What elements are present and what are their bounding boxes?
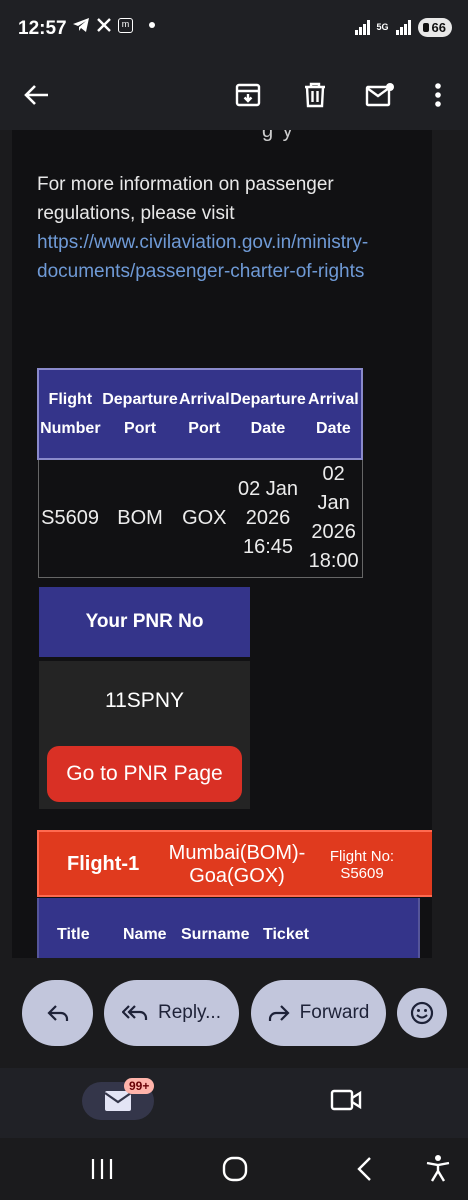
battery-indicator: 66 xyxy=(417,18,452,37)
reply-icon xyxy=(46,1005,68,1021)
header-arrival-date: Arrival Date xyxy=(305,368,364,460)
header-departure-port: Departure Port xyxy=(101,368,179,460)
more-notifications-dot xyxy=(149,22,155,28)
flight-route: Mumbai(BOM)-Goa(GOX) xyxy=(168,842,306,887)
accessibility-icon[interactable] xyxy=(425,1154,451,1182)
clipped-text: g y xyxy=(262,130,295,142)
forward-icon xyxy=(268,1005,290,1021)
header-flight-number: Flight Number xyxy=(37,368,102,460)
flight-1-banner: Flight-1 Mumbai(BOM)-Goa(GOX) Flight No:… xyxy=(37,830,432,897)
app-notification-icon: m xyxy=(118,17,133,33)
signal-icon xyxy=(354,20,370,35)
header-name: Name xyxy=(123,926,167,943)
go-to-pnr-button[interactable]: Go to PNR Page xyxy=(47,746,242,802)
reply-action-bar: Reply... Forward xyxy=(0,958,468,1068)
network-type: 5G xyxy=(376,22,389,32)
table-row: S5609 BOM GOX 02 Jan 2026 16:45 02 Jan 2… xyxy=(37,459,363,578)
arrow-left-icon xyxy=(24,85,48,105)
archive-icon xyxy=(235,83,261,107)
video-icon xyxy=(330,1089,362,1111)
more-options-button[interactable] xyxy=(415,72,461,118)
app-bottom-nav: 99+ xyxy=(0,1068,468,1138)
header-arrival-port: Arrival Port xyxy=(178,368,231,460)
more-vert-icon xyxy=(435,83,441,107)
header-title: Title xyxy=(57,926,90,943)
telegram-icon xyxy=(73,18,89,32)
flight-details-table: Flight Number Departure Port Arrival Por… xyxy=(37,368,364,578)
archive-button[interactable] xyxy=(225,72,271,118)
cell-arrival-date: 02 Jan 2026 18:00 xyxy=(305,459,363,578)
home-icon[interactable] xyxy=(222,1156,248,1182)
forward-button[interactable]: Forward xyxy=(251,980,386,1046)
emoji-reaction-button[interactable] xyxy=(397,988,447,1038)
regulations-info-text: For more information on passenger regula… xyxy=(37,174,334,224)
back-nav-icon[interactable] xyxy=(356,1156,372,1182)
pnr-heading: Your PNR No xyxy=(39,587,250,657)
mark-unread-icon xyxy=(365,83,394,107)
emoji-icon xyxy=(410,1001,434,1025)
cell-departure-port: BOM xyxy=(101,459,179,578)
email-toolbar xyxy=(0,60,468,130)
cell-departure-date: 02 Jan 2026 16:45 xyxy=(230,459,306,578)
x-icon xyxy=(97,18,111,32)
header-departure-date: Departure Date xyxy=(230,368,306,460)
header-surname: Surname xyxy=(181,926,250,943)
reply-button[interactable] xyxy=(22,980,93,1046)
system-icons: 5G 66 xyxy=(354,18,452,37)
signal-icon-2 xyxy=(395,20,411,35)
flight-number-label: Flight No: S5609 xyxy=(329,848,395,882)
reply-all-label: Reply... xyxy=(157,1002,221,1023)
delete-button[interactable] xyxy=(292,72,338,118)
email-body: g y For more information on passenger re… xyxy=(12,130,432,958)
cell-flight-number: S5609 xyxy=(37,459,102,578)
flight-table-header-row: Flight Number Departure Port Arrival Por… xyxy=(37,368,364,460)
meet-tab[interactable] xyxy=(330,1088,362,1117)
status-bar: 12:57 m 5G 66 xyxy=(0,0,468,60)
notification-icons: m xyxy=(72,17,155,33)
recent-apps-icon[interactable] xyxy=(90,1158,114,1180)
header-ticket: Ticket xyxy=(263,926,309,943)
unread-count-badge: 99+ xyxy=(124,1078,155,1094)
system-navigation-bar xyxy=(0,1138,468,1200)
reply-all-button[interactable]: Reply... xyxy=(104,980,239,1046)
mark-unread-button[interactable] xyxy=(357,72,403,118)
pnr-box: 11SPNY Go to PNR Page xyxy=(39,661,250,809)
cell-arrival-port: GOX xyxy=(178,459,231,578)
passenger-table-header: Title Name Surname Ticket xyxy=(37,898,420,958)
back-button[interactable] xyxy=(14,72,60,118)
forward-label: Forward xyxy=(299,1002,370,1023)
passenger-charter-link[interactable]: https://www.civilaviation.gov.in/ministr… xyxy=(37,228,417,286)
pnr-number: 11SPNY xyxy=(105,689,184,712)
clock: 12:57 xyxy=(18,18,67,39)
reply-all-icon xyxy=(121,1005,148,1020)
flight-segment-title: Flight-1 xyxy=(67,853,140,875)
trash-icon xyxy=(305,82,325,108)
